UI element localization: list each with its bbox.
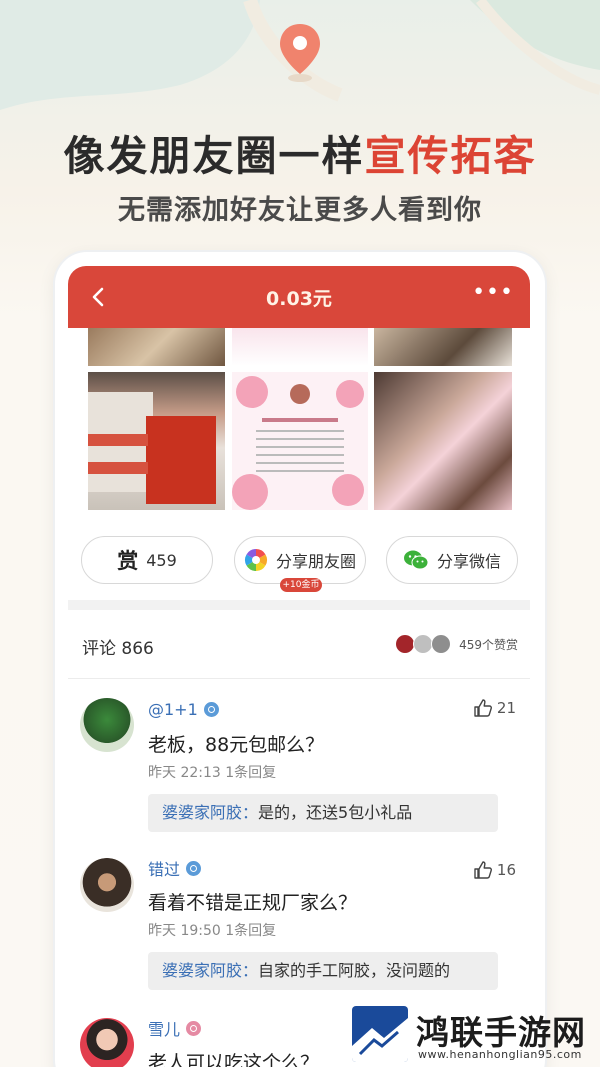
post-image-4[interactable] <box>88 372 225 510</box>
location-pin-icon <box>280 24 320 82</box>
reward-button[interactable]: 赏 459 <box>81 536 213 584</box>
comment-username[interactable]: 雪儿 <box>148 1016 202 1040</box>
watermark-logo <box>352 1006 408 1062</box>
post-image-3[interactable] <box>374 328 512 366</box>
comments-count: 评论 866 <box>82 639 154 659</box>
reply-preview[interactable]: 婆婆家阿胶：自家的手工阿胶，没问题的 <box>148 952 498 990</box>
post-image-5[interactable] <box>232 372 368 510</box>
like-button[interactable]: 21 <box>473 698 516 718</box>
reward-summary[interactable]: 459个赞赏 <box>395 634 518 654</box>
reply-preview[interactable]: 婆婆家阿胶：是的，还送5包小礼品 <box>148 794 498 832</box>
moments-aperture-icon <box>245 549 267 571</box>
product-box-graphic <box>88 392 216 504</box>
share-moments-label: 分享朋友圈 <box>275 552 356 571</box>
username-text: 错过 <box>148 860 181 879</box>
post-image-2[interactable] <box>232 328 368 366</box>
reward-icon: 赏 <box>117 549 139 573</box>
reply-text: 是的，还送5包小礼品 <box>258 803 413 822</box>
comment-username[interactable]: @1+1 <box>148 700 219 719</box>
share-moments-button[interactable]: 分享朋友圈 <box>234 536 366 584</box>
comment-item: 错过 16 看着不错是正规厂家么？ 昨天 19:50 1条回复 婆婆家阿胶：自家… <box>68 856 530 1006</box>
comment-meta[interactable]: 昨天 22:13 1条回复 <box>148 762 276 782</box>
avatar[interactable] <box>80 1018 134 1067</box>
reward-count: 459 <box>146 550 177 570</box>
app-screen: 0.03元 ••• 赏 459 分享朋友圈 +10金币 分享微信 评论 866 … <box>68 266 530 1067</box>
more-options-icon[interactable]: ••• <box>472 282 514 304</box>
watermark-url: www.henanhonglian95.com <box>418 1048 582 1061</box>
comment-text: 老人可以吃这个么？ <box>148 1052 320 1067</box>
headline-part1: 像发朋友圈一样 <box>63 132 365 180</box>
reply-author: 婆婆家阿胶： <box>162 961 259 980</box>
header-divider <box>68 678 530 679</box>
post-image-1[interactable] <box>88 328 225 366</box>
share-wechat-label: 分享微信 <box>436 552 501 571</box>
username-text: 雪儿 <box>148 1020 181 1039</box>
male-gender-icon <box>203 702 219 717</box>
reply-author: 婆婆家阿胶： <box>162 803 259 822</box>
promo-headline: 像发朋友圈一样宣传拓客 <box>0 122 600 182</box>
like-count: 16 <box>496 861 516 879</box>
promo-subline: 无需添加好友让更多人看到你 <box>118 195 482 226</box>
headline-part2: 宣传拓客 <box>364 132 537 180</box>
avatar[interactable] <box>80 698 134 752</box>
reply-text: 自家的手工阿胶，没问题的 <box>258 961 451 980</box>
username-text: @1+1 <box>148 700 198 719</box>
site-watermark: 鸿联手游网 www.henanhonglian95.com <box>352 1006 598 1064</box>
comment-meta[interactable]: 昨天 19:50 1条回复 <box>148 920 276 940</box>
page-title: 0.03元 <box>266 288 332 310</box>
like-button[interactable]: 16 <box>473 860 516 880</box>
comment-username[interactable]: 错过 <box>148 856 202 880</box>
like-count: 21 <box>496 699 516 717</box>
rewarder-avatar <box>395 634 416 654</box>
comment-item: @1+1 21 老板，88元包邮么？ 昨天 22:13 1条回复 婆婆家阿胶：是… <box>68 696 530 846</box>
female-gender-icon <box>186 1020 202 1036</box>
thumbs-up-icon <box>474 699 492 717</box>
wechat-icon <box>403 550 429 570</box>
section-divider <box>68 600 530 610</box>
top-bar: 0.03元 ••• <box>68 266 530 328</box>
rewarder-avatar <box>413 634 434 654</box>
watermark-name: 鸿联手游网 <box>416 1013 586 1052</box>
share-wechat-button[interactable]: 分享微信 <box>386 536 518 584</box>
comment-text: 老板，88元包邮么？ <box>148 734 325 756</box>
comment-text: 看着不错是正规厂家么？ <box>148 892 358 914</box>
avatar[interactable] <box>80 858 134 912</box>
flyer-graphic <box>232 376 364 510</box>
thumbs-up-icon <box>474 861 492 879</box>
coin-reward-badge: +10金币 <box>280 578 322 592</box>
rewarder-avatar <box>431 634 452 654</box>
male-gender-icon <box>186 860 202 876</box>
post-image-6[interactable] <box>374 372 512 510</box>
reward-summary-text: 459个赞赏 <box>459 637 518 652</box>
